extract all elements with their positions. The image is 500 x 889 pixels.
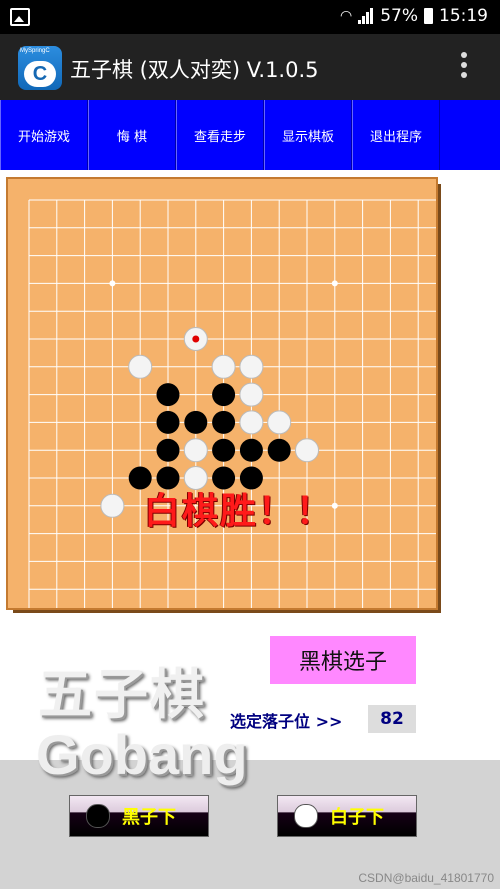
view-moves-button[interactable]: 查看走步 — [176, 100, 264, 170]
game-board[interactable] — [6, 177, 441, 613]
white-stone — [211, 354, 236, 379]
black-stone — [212, 383, 236, 407]
black-stone — [156, 383, 180, 407]
start-game-button[interactable]: 开始游戏 — [0, 100, 88, 170]
clock: 15:19 — [439, 6, 488, 26]
star-point — [331, 280, 338, 287]
app-icon: MySpringC C — [18, 46, 62, 90]
white-move-button[interactable]: 白子下 — [277, 795, 417, 837]
black-stone — [156, 410, 180, 434]
logo-chinese: 五子棋 — [38, 663, 206, 726]
black-stone — [239, 438, 263, 462]
board-grid[interactable] — [8, 179, 436, 608]
battery-percent: 57% — [380, 6, 418, 26]
black-stone-icon — [86, 804, 110, 828]
white-stone — [239, 410, 264, 435]
game-menu: 开始游戏 悔 棋 查看走步 显示棋板 退出程序 — [0, 100, 500, 170]
position-label: 选定落子位 >> — [230, 712, 343, 731]
white-stone — [100, 493, 125, 518]
gallery-icon — [10, 8, 30, 26]
show-board-button[interactable]: 显示棋板 — [264, 100, 352, 170]
white-stone — [128, 354, 153, 379]
black-stone — [212, 438, 236, 462]
app-title: 五子棋 (双人对奕) V.1.0.5 — [70, 58, 319, 82]
white-stone — [183, 438, 208, 463]
star-point — [109, 280, 116, 287]
black-move-button[interactable]: 黑子下 — [69, 795, 209, 837]
black-stone — [156, 438, 180, 462]
app-bar: MySpringC C 五子棋 (双人对奕) V.1.0.5 — [0, 34, 500, 100]
white-stone — [295, 438, 319, 463]
overflow-menu-icon[interactable] — [461, 52, 467, 82]
status-bar: ◠ 57% 15:19 — [0, 0, 500, 34]
mode-indicator: 黑棋选子 — [270, 636, 416, 684]
watermark: CSDN@baidu_41801770 — [358, 871, 494, 885]
black-stone — [184, 410, 208, 434]
white-stone — [239, 354, 264, 379]
white-stone — [267, 410, 292, 435]
signal-icon — [358, 8, 374, 24]
last-move-marker — [192, 335, 200, 343]
logo-english: Gobang — [36, 723, 248, 786]
white-stone — [239, 382, 264, 407]
battery-icon — [424, 8, 433, 24]
black-stone — [267, 438, 291, 462]
position-value: 82 — [368, 705, 416, 733]
exit-program-button[interactable]: 退出程序 — [352, 100, 440, 170]
result-message: 白棋胜！！ — [144, 490, 335, 531]
white-stone-icon — [294, 804, 318, 828]
wifi-icon: ◠ — [339, 8, 353, 24]
black-stone — [212, 410, 236, 434]
undo-move-button[interactable]: 悔 棋 — [88, 100, 176, 170]
